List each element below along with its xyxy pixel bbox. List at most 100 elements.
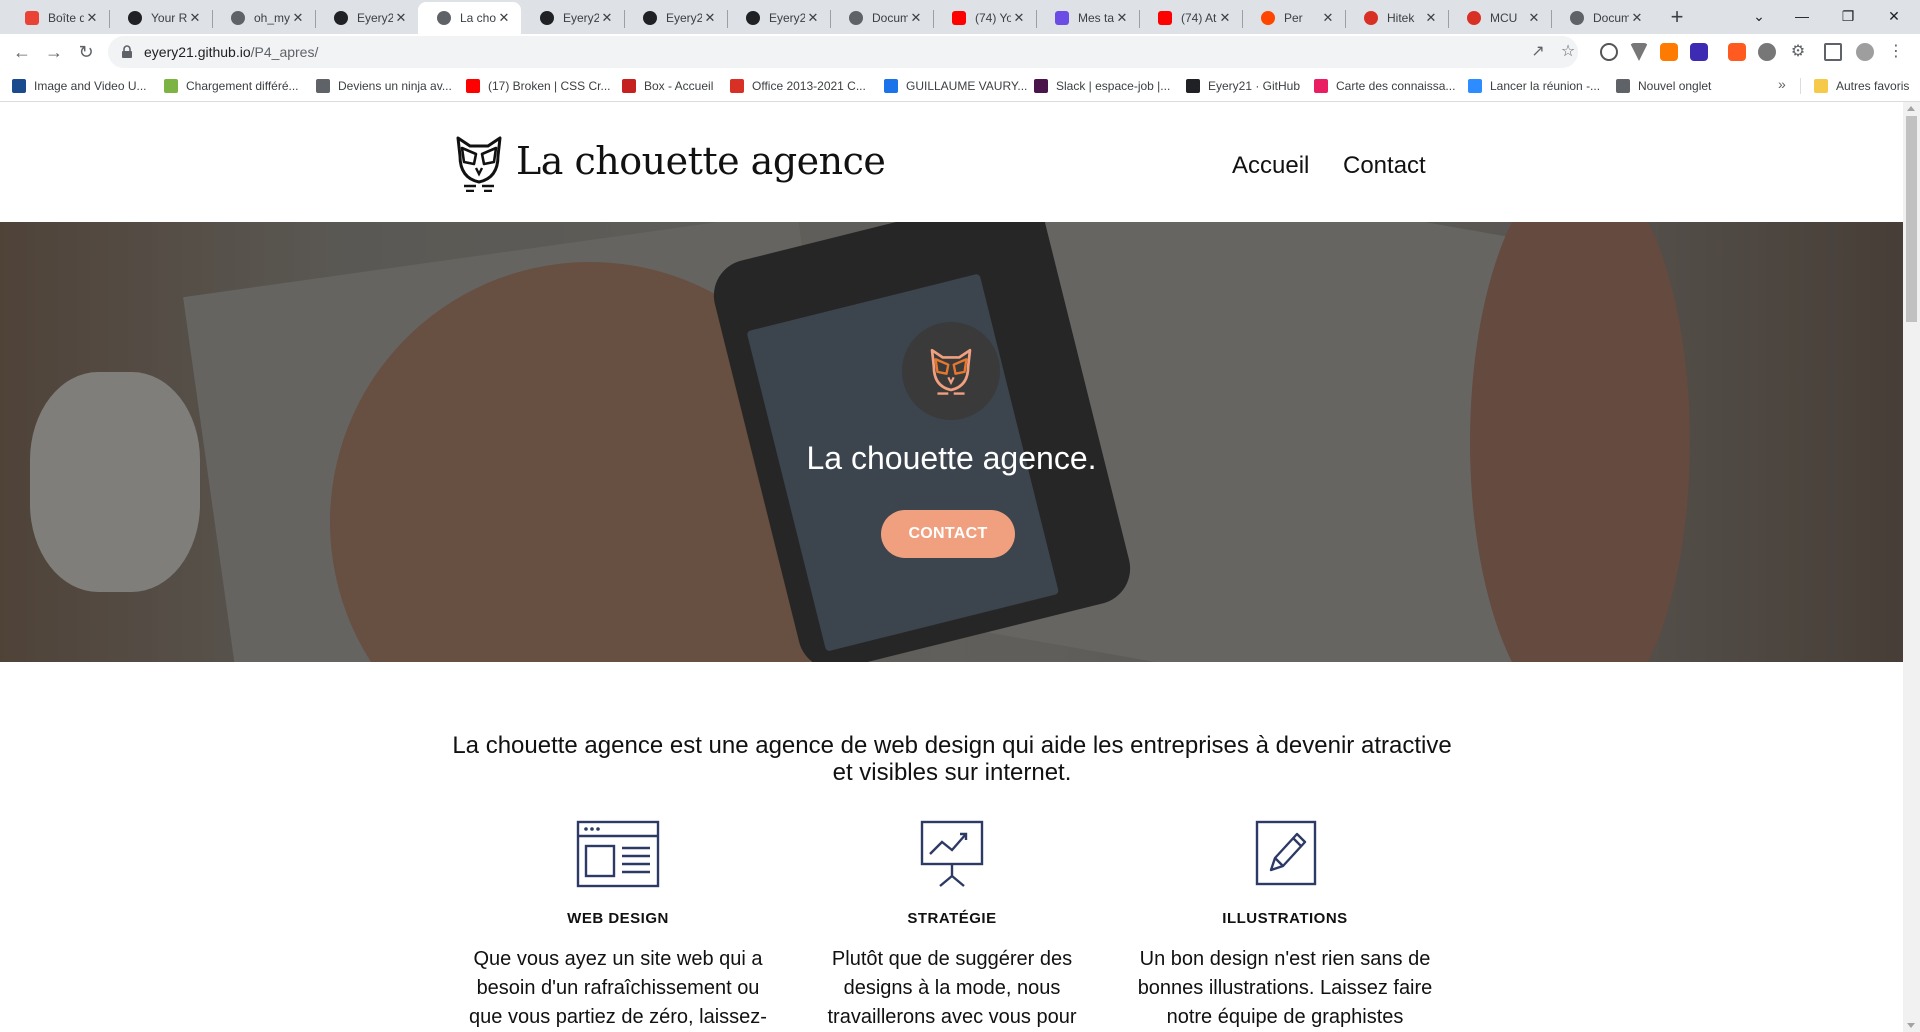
nav-accueil[interactable]: Accueil (1232, 152, 1309, 180)
orange-extension-icon[interactable] (1660, 43, 1678, 61)
tab-label: Your Re (151, 11, 187, 25)
tab-label: Eyery2 (357, 11, 393, 25)
bookmark-item[interactable]: Slack | espace-job |... (1034, 78, 1170, 94)
page-scrollbar[interactable] (1903, 102, 1920, 1032)
scrollbar-thumb[interactable] (1906, 116, 1917, 322)
tab-close-icon[interactable]: ✕ (1423, 10, 1439, 26)
bookmark-item[interactable]: (17) Broken | CSS Cr... (466, 78, 611, 94)
bookmark-item[interactable]: Carte des connaissa... (1314, 78, 1455, 94)
bookmark-star-icon[interactable]: ☆ (1558, 42, 1578, 62)
tab-close-icon[interactable]: ✕ (1629, 10, 1645, 26)
youtube-icon (1157, 10, 1173, 26)
tab-label: (74) You (975, 11, 1011, 25)
service-description: Que vous ayez un site web qui a besoin d… (469, 948, 767, 1028)
hitek-icon (1363, 10, 1379, 26)
github-icon (539, 10, 555, 26)
browser-tab[interactable]: Boîte de✕ (6, 2, 109, 34)
site-logo[interactable]: La chouette agence (452, 130, 886, 192)
forward-icon[interactable]: → (40, 38, 68, 66)
restore-icon[interactable]: ❐ (1825, 2, 1871, 30)
hero-contact-button[interactable]: CONTACT (881, 510, 1015, 558)
browser-tab[interactable]: Per ✕ (1242, 2, 1345, 34)
minimize-icon[interactable]: — (1779, 2, 1825, 30)
service-title: ILLUSTRATIONS (1222, 910, 1348, 927)
bookmark-favicon-icon (12, 79, 26, 93)
tab-close-icon[interactable]: ✕ (702, 10, 718, 26)
bookmark-label: Image and Video U... (34, 79, 147, 93)
tab-close-icon[interactable]: ✕ (1526, 10, 1542, 26)
nav-contact[interactable]: Contact (1343, 152, 1426, 180)
other-bookmarks[interactable]: Autres favoris (1814, 78, 1909, 94)
gmail-icon (24, 10, 40, 26)
site-brand: La chouette agence (516, 139, 886, 183)
tab-close-icon[interactable]: ✕ (1320, 10, 1336, 26)
tab-label: Hitek (1387, 11, 1415, 25)
browser-tab[interactable]: Docum ✕ (1551, 2, 1654, 34)
tab-search-icon[interactable]: ⌄ (1736, 2, 1782, 30)
bookmark-label: Slack | espace-job |... (1056, 79, 1171, 93)
share-icon[interactable]: ↗ (1528, 42, 1548, 62)
browser-tab[interactable]: (74) You✕ (933, 2, 1036, 34)
tab-close-icon[interactable]: ✕ (290, 10, 306, 26)
browser-tab[interactable]: Mes ta ✕ (1036, 2, 1139, 34)
bookmark-label: Eyery21 · GitHub (1208, 79, 1301, 93)
bookmark-label: Deviens un ninja av... (338, 79, 452, 93)
window-close-icon[interactable]: ✕ (1871, 2, 1917, 30)
folder-icon (1814, 79, 1828, 93)
vue-extension-icon[interactable] (1630, 43, 1648, 61)
bookmark-item[interactable]: Box - Accueil (622, 78, 713, 94)
gray-extension-icon[interactable] (1758, 43, 1776, 61)
scroll-down-icon[interactable] (1907, 1023, 1915, 1028)
browser-tab[interactable]: Eyery2 ✕ (727, 2, 830, 34)
back-icon[interactable]: ← (8, 38, 36, 66)
tab-close-icon[interactable]: ✕ (908, 10, 924, 26)
browser-tab[interactable]: Your Re✕ (109, 2, 212, 34)
bookmarks-overflow-icon[interactable]: » (1778, 76, 1786, 92)
bookmark-item[interactable]: Deviens un ninja av... (316, 78, 452, 94)
tab-close-icon[interactable]: ✕ (1011, 10, 1027, 26)
bookmark-item[interactable]: Chargement différé... (164, 78, 299, 94)
tab-close-icon[interactable]: ✕ (393, 10, 409, 26)
browser-tab[interactable]: Eyery2 ✕ (315, 2, 418, 34)
tab-close-icon[interactable]: ✕ (1114, 10, 1130, 26)
tab-close-icon[interactable]: ✕ (1217, 10, 1233, 26)
bookmark-item[interactable]: Eyery21 · GitHub (1186, 78, 1300, 94)
github-icon (127, 10, 143, 26)
new-tab-icon[interactable]: + (1665, 6, 1689, 30)
wordpress-extension-icon[interactable] (1600, 43, 1618, 61)
red-extension-icon[interactable] (1728, 43, 1746, 61)
side-panel-icon[interactable] (1824, 43, 1842, 61)
app-icon (1054, 10, 1070, 26)
bookmark-item[interactable]: Image and Video U... (12, 78, 147, 94)
browser-tab[interactable]: oh_my_✕ (212, 2, 315, 34)
tab-close-icon[interactable]: ✕ (599, 10, 615, 26)
tab-close-icon[interactable]: ✕ (187, 10, 203, 26)
tab-close-icon[interactable]: ✕ (84, 10, 100, 26)
browser-tab[interactable]: Hitek ✕ (1345, 2, 1448, 34)
menu-kebab-icon[interactable]: ⋮ (1886, 42, 1906, 62)
profile-avatar[interactable] (1856, 43, 1874, 61)
service-web-design: WEB DESIGN Que vous ayez un site web qui… (468, 820, 768, 1032)
tab-label: oh_my_ (254, 11, 290, 25)
extensions-puzzle-icon[interactable]: ⚙ (1788, 42, 1808, 62)
browser-tab[interactable]: Docum ✕ (830, 2, 933, 34)
bookmark-item[interactable]: Nouvel onglet (1616, 78, 1711, 94)
service-title: WEB DESIGN (567, 910, 669, 927)
browser-tab[interactable]: Eyery2 ✕ (624, 2, 727, 34)
bookmark-item[interactable]: GUILLAUME VAURY... (884, 78, 1027, 94)
bookmark-item[interactable]: Lancer la réunion -... (1468, 78, 1600, 94)
reload-icon[interactable]: ↻ (72, 38, 100, 66)
tab-close-icon[interactable]: ✕ (496, 10, 512, 26)
purple-extension-icon[interactable] (1690, 43, 1708, 61)
tab-label: Docum (1593, 11, 1629, 25)
web-design-icon (576, 820, 660, 888)
bookmark-item[interactable]: Office 2013-2021 C... (730, 78, 866, 94)
browser-tab[interactable]: MCU ✕ (1448, 2, 1551, 34)
scroll-up-icon[interactable] (1907, 106, 1915, 111)
tab-label: Per (1284, 11, 1303, 25)
address-bar[interactable]: eyery21.github.io/P4_apres/ (108, 36, 1578, 68)
browser-tab[interactable]: (74) At ✕ (1139, 2, 1242, 34)
browser-tab[interactable]: Eyery2 ✕ (521, 2, 624, 34)
browser-tab[interactable]: La chou✕ (418, 2, 521, 34)
tab-close-icon[interactable]: ✕ (805, 10, 821, 26)
